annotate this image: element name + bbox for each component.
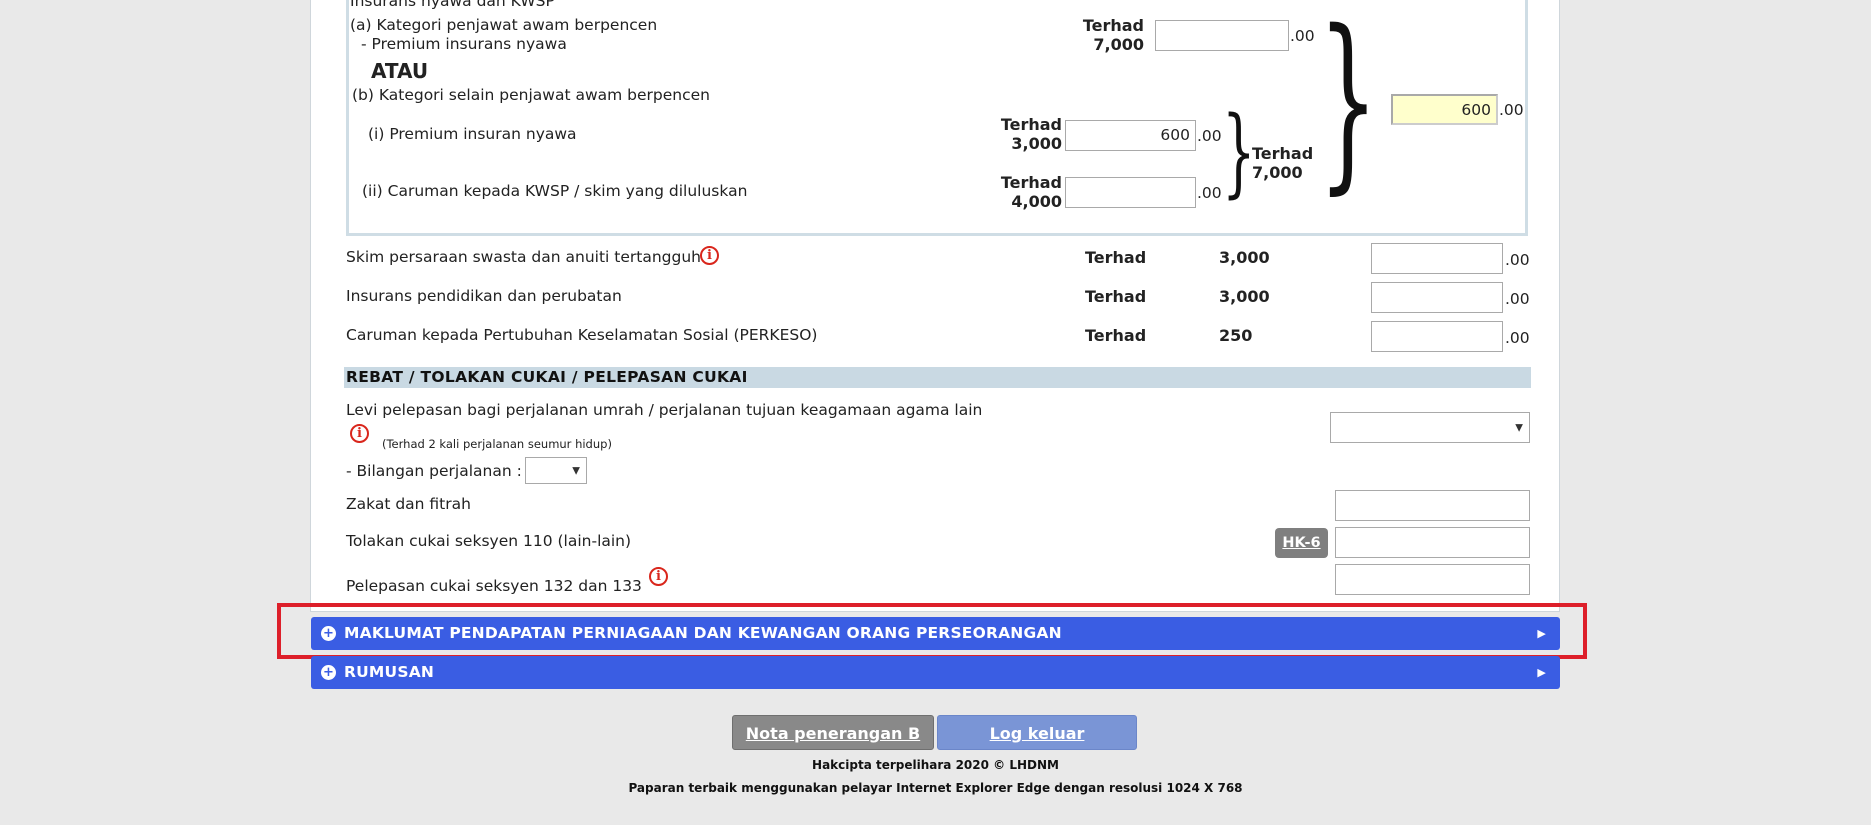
category-b-total-limit: Terhad 7,000 bbox=[1252, 144, 1314, 182]
private-retirement-input[interactable] bbox=[1371, 243, 1503, 274]
logout-button[interactable]: Log keluar bbox=[937, 715, 1137, 750]
pelepasan-input[interactable] bbox=[1335, 564, 1530, 595]
pelepasan-label: Pelepasan cukai seksyen 132 dan 133 bbox=[346, 577, 642, 595]
category-b-i-label: (i) Premium insuran nyawa bbox=[368, 125, 577, 143]
category-b-ii-label: (ii) Caruman kepada KWSP / skim yang dil… bbox=[362, 182, 748, 200]
row-terhad: Terhad bbox=[1085, 326, 1147, 345]
footer-copyright: Hakcipta terpelihara 2020 © LHDNM bbox=[812, 758, 1059, 772]
dropdown-arrow-icon: ▼ bbox=[572, 465, 580, 476]
zakat-input[interactable] bbox=[1335, 490, 1530, 521]
decimal-suffix: .00 bbox=[1499, 101, 1524, 119]
large-brace: } bbox=[1318, 0, 1379, 211]
insurance-total-field[interactable]: 600 bbox=[1391, 94, 1498, 125]
category-b-i-limit: Terhad 3,000 bbox=[1000, 115, 1062, 153]
nota-penerangan-button[interactable]: Nota penerangan B bbox=[732, 715, 934, 750]
info-icon[interactable]: i bbox=[649, 567, 668, 586]
education-insurance-label: Insurans pendidikan dan perubatan bbox=[346, 287, 622, 305]
decimal-suffix: .00 bbox=[1197, 127, 1222, 145]
dropdown-arrow-icon: ▼ bbox=[1515, 422, 1523, 433]
category-a-sub-label: - Premium insurans nyawa bbox=[361, 35, 567, 53]
row-terhad: Terhad bbox=[1085, 248, 1147, 267]
highlight-box bbox=[277, 603, 1587, 659]
rebate-section-heading: REBAT / TOLAKAN CUKAI / PELEPASAN CUKAI bbox=[344, 367, 1531, 388]
life-insurance-premium-input[interactable]: 600 bbox=[1065, 120, 1196, 151]
atau-label: ATAU bbox=[371, 59, 429, 83]
perkeso-input[interactable] bbox=[1371, 321, 1503, 352]
summary-section-bar[interactable]: + RUMUSAN ▶ bbox=[311, 656, 1560, 689]
education-insurance-input[interactable] bbox=[1371, 282, 1503, 313]
category-b-label: (b) Kategori selain penjawat awam berpen… bbox=[352, 86, 710, 104]
trips-label: - Bilangan perjalanan : bbox=[346, 462, 522, 480]
category-a-limit: Terhad 7,000 bbox=[1082, 16, 1144, 54]
category-a-label: (a) Kategori penjawat awam berpencen bbox=[350, 16, 658, 34]
levi-label: Levi pelepasan bagi perjalanan umrah / p… bbox=[346, 401, 983, 419]
row-terhad: Terhad bbox=[1085, 287, 1147, 306]
levi-note: (Terhad 2 kali perjalanan seumur hidup) bbox=[382, 437, 612, 451]
zakat-label: Zakat dan fitrah bbox=[346, 495, 471, 513]
hk6-button[interactable]: HK-6 bbox=[1275, 528, 1328, 558]
info-icon[interactable]: i bbox=[700, 246, 719, 265]
summary-section-title: RUMUSAN bbox=[344, 663, 435, 681]
perkeso-label: Caruman kepada Pertubuhan Keselamatan So… bbox=[346, 326, 818, 344]
small-brace: } bbox=[1222, 96, 1256, 208]
kwsp-contribution-input[interactable] bbox=[1065, 177, 1196, 208]
decimal-suffix: .00 bbox=[1505, 329, 1530, 347]
plus-circle-icon: + bbox=[321, 665, 336, 680]
category-b-ii-limit: Terhad 4,000 bbox=[1000, 173, 1062, 211]
category-a-premium-input[interactable] bbox=[1155, 20, 1289, 51]
row-limit: 3,000 bbox=[1219, 248, 1270, 267]
decimal-suffix: .00 bbox=[1505, 251, 1530, 269]
levi-select[interactable]: ▼ bbox=[1330, 412, 1530, 443]
trips-count-select[interactable]: ▼ bbox=[525, 457, 587, 484]
decimal-suffix: .00 bbox=[1290, 27, 1315, 45]
tolakan-label: Tolakan cukai seksyen 110 (lain-lain) bbox=[346, 532, 632, 550]
row-limit: 250 bbox=[1219, 326, 1253, 345]
tolakan-input[interactable] bbox=[1335, 527, 1530, 558]
row-limit: 3,000 bbox=[1219, 287, 1270, 306]
decimal-suffix: .00 bbox=[1505, 290, 1530, 308]
info-icon[interactable]: i bbox=[350, 424, 369, 443]
footer-browser-note: Paparan terbaik menggunakan pelayar Inte… bbox=[628, 781, 1243, 795]
private-retirement-label: Skim persaraan swasta dan anuiti tertang… bbox=[346, 248, 701, 266]
triangle-right-icon: ▶ bbox=[1537, 666, 1546, 679]
insurance-title: Insurans nyawa dan KWSP bbox=[350, 0, 555, 10]
decimal-suffix: .00 bbox=[1197, 184, 1222, 202]
